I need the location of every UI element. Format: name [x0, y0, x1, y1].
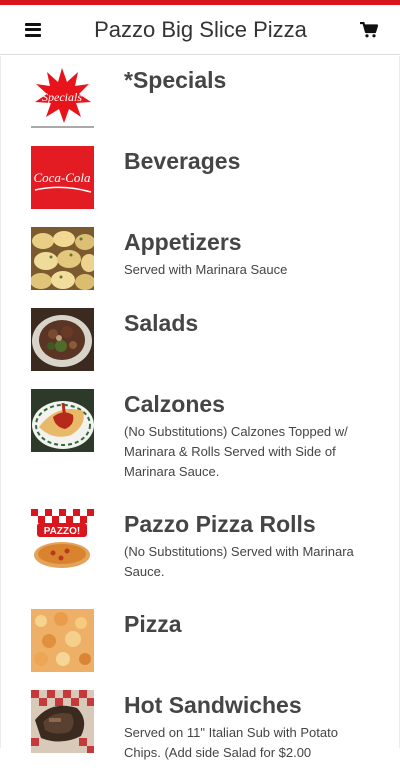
pizza-rolls-image: PAZZO!	[31, 509, 94, 572]
pizza-image	[31, 609, 94, 672]
category-title: *Specials	[124, 67, 227, 93]
garlic-knots-image	[31, 227, 94, 290]
category-item-pizza[interactable]: Pizza	[1, 600, 399, 681]
category-list: Specials *Specials Coca-Cola Beverages A…	[0, 56, 400, 760]
category-description: (No Substitutions) Calzones Topped w/ Ma…	[124, 424, 348, 479]
category-description: Served on 11" Italian Sub with Potato Ch…	[124, 725, 338, 760]
hamburger-menu-icon[interactable]	[25, 22, 41, 37]
category-title: Pazzo Pizza Rolls	[124, 511, 316, 537]
svg-text:Coca-Cola: Coca-Cola	[33, 170, 91, 185]
svg-text:Specials: Specials	[42, 90, 82, 104]
category-title: Pizza	[124, 611, 182, 637]
calzone-image	[31, 389, 94, 452]
coca-cola-logo-image: Coca-Cola	[31, 146, 94, 209]
salad-image	[31, 308, 94, 371]
category-title: Hot Sandwiches	[124, 692, 302, 718]
category-item-beverages[interactable]: Coca-Cola Beverages	[1, 137, 399, 218]
category-item-specials[interactable]: Specials *Specials	[1, 56, 399, 137]
category-item-salads[interactable]: Salads	[1, 299, 399, 380]
shopping-cart-icon[interactable]	[359, 21, 378, 38]
category-title: Salads	[124, 310, 199, 336]
category-description: Served with Marinara Sauce	[124, 262, 288, 277]
category-title: Beverages	[124, 148, 241, 174]
app-header: Pazzo Big Slice Pizza	[0, 5, 400, 55]
page-title: Pazzo Big Slice Pizza	[94, 16, 307, 42]
category-item-hot-sandwiches[interactable]: Hot Sandwiches Served on 11" Italian Sub…	[1, 681, 399, 771]
specials-starburst-image: Specials	[31, 65, 94, 128]
category-item-appetizers[interactable]: Appetizers Served with Marinara Sauce	[1, 218, 399, 299]
category-description: (No Substitutions) Served with Marinara …	[124, 544, 354, 579]
category-item-calzones[interactable]: Calzones (No Substitutions) Calzones Top…	[1, 380, 399, 500]
svg-text:PAZZO!: PAZZO!	[44, 526, 80, 537]
category-title: Calzones	[124, 391, 225, 417]
category-item-pazzo-pizza-rolls[interactable]: PAZZO! Pazzo Pizza Rolls (No Substitutio…	[1, 500, 399, 600]
category-title: Appetizers	[124, 229, 242, 255]
hot-sandwich-image	[31, 690, 94, 753]
